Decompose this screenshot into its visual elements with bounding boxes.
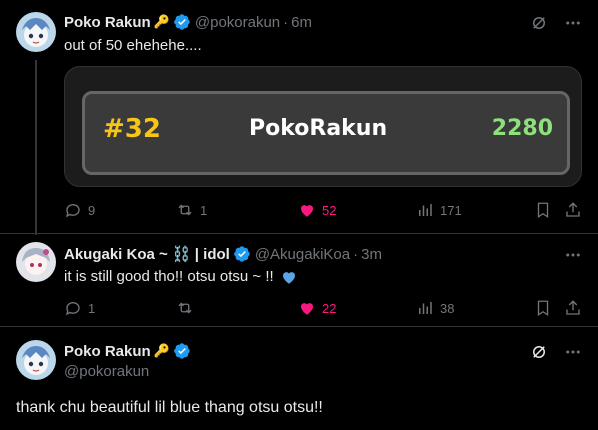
tweet-header: Poko Rakun 🔑 @pokorakun · 6m [64,13,312,31]
heart-filled-icon [301,205,313,217]
share-button[interactable] [564,299,588,317]
media-card[interactable]: #32 PokoRakun 2280 [64,66,582,187]
display-name[interactable]: Akugaki Koa ~ ⛓️ | idol [64,245,230,263]
reply-button[interactable]: 9 [64,201,95,219]
tweet-1[interactable]: Poko Rakun 🔑 @pokorakun · 6m out of 50 e… [0,0,598,235]
like-count: 52 [322,202,337,218]
repost-button[interactable]: 1 [176,201,207,219]
more-options-icon[interactable] [564,246,582,264]
views-button[interactable]: 171 [416,201,462,219]
timestamp[interactable]: 3m [361,246,382,263]
like-count: 22 [322,300,337,316]
blue-heart-icon [282,272,295,284]
heart-filled-icon [301,303,313,315]
grok-icon[interactable] [530,14,548,32]
more-options-icon[interactable] [564,343,582,361]
avatar[interactable] [16,340,56,380]
key-emoji-icon: 🔑 [153,343,170,358]
share-button[interactable] [564,201,588,219]
like-button[interactable]: 22 [298,299,336,317]
user-handle[interactable]: @AkugakiKoa [255,246,350,263]
avatar[interactable] [16,12,56,52]
separator-dot: · [353,245,359,263]
leaderboard-entry: #32 PokoRakun 2280 [82,91,570,175]
reply-count: 9 [88,202,96,218]
share-icon [566,202,580,217]
views-icon [419,302,432,314]
rank-label: #32 [103,114,161,144]
views-button[interactable]: 38 [416,299,454,317]
bookmark-icon [537,202,549,219]
user-handle[interactable]: @pokorakun [64,363,149,380]
score-value: 2280 [491,116,553,141]
user-handle[interactable]: @pokorakun [195,14,280,31]
reply-button[interactable]: 1 [64,299,95,317]
like-button[interactable]: 52 [298,201,336,219]
action-bar: 9 1 52 171 [64,201,582,221]
tweet-header: Poko Rakun 🔑 [64,342,191,360]
avatar[interactable] [16,242,56,282]
verified-badge-icon[interactable] [173,342,191,360]
tweet-header: Akugaki Koa ~ ⛓️ | idol @AkugakiKoa · 3m [64,245,382,264]
repost-icon [178,302,192,314]
tweet-text: thank chu beautiful lil blue thang otsu … [16,399,323,416]
tweet-text: it is still good tho!! otsu otsu ~ !! [64,267,298,287]
repost-count: 1 [200,202,208,218]
tweet-handle-row: @pokorakun [60,363,149,380]
views-icon [419,204,432,216]
verified-badge-icon[interactable] [233,245,251,263]
reply-icon [65,204,80,218]
timestamp[interactable]: 6m [291,14,312,31]
verified-badge-icon[interactable] [173,13,191,31]
action-bar: 1 22 38 [64,299,582,319]
bookmark-icon [537,300,549,317]
repost-button[interactable] [176,299,200,317]
separator-dot: · [283,13,289,31]
reply-count: 1 [88,300,96,316]
key-emoji-icon: 🔑 [153,14,170,29]
tweet-2[interactable]: Akugaki Koa ~ ⛓️ | idol @AkugakiKoa · 3m… [0,234,598,324]
display-name[interactable]: Poko Rakun [64,343,151,360]
repost-icon [178,204,192,216]
tweet-3[interactable]: Poko Rakun 🔑 @pokorakun thank chu beauti… [0,327,598,430]
reply-icon [65,302,80,316]
tweet-text-body: it is still good tho!! otsu otsu ~ !! [64,268,274,285]
bookmark-button[interactable] [534,299,558,317]
views-count: 171 [440,202,462,218]
views-count: 38 [440,300,455,316]
tweet-text: out of 50 ehehehe.... [64,37,202,54]
grok-icon[interactable] [530,343,548,361]
share-icon [566,300,580,315]
leaderboard-username: PokoRakun [249,116,388,141]
more-options-icon[interactable] [564,14,582,32]
bookmark-button[interactable] [534,201,558,219]
display-name[interactable]: Poko Rakun [64,14,151,31]
thread-line [35,60,37,235]
